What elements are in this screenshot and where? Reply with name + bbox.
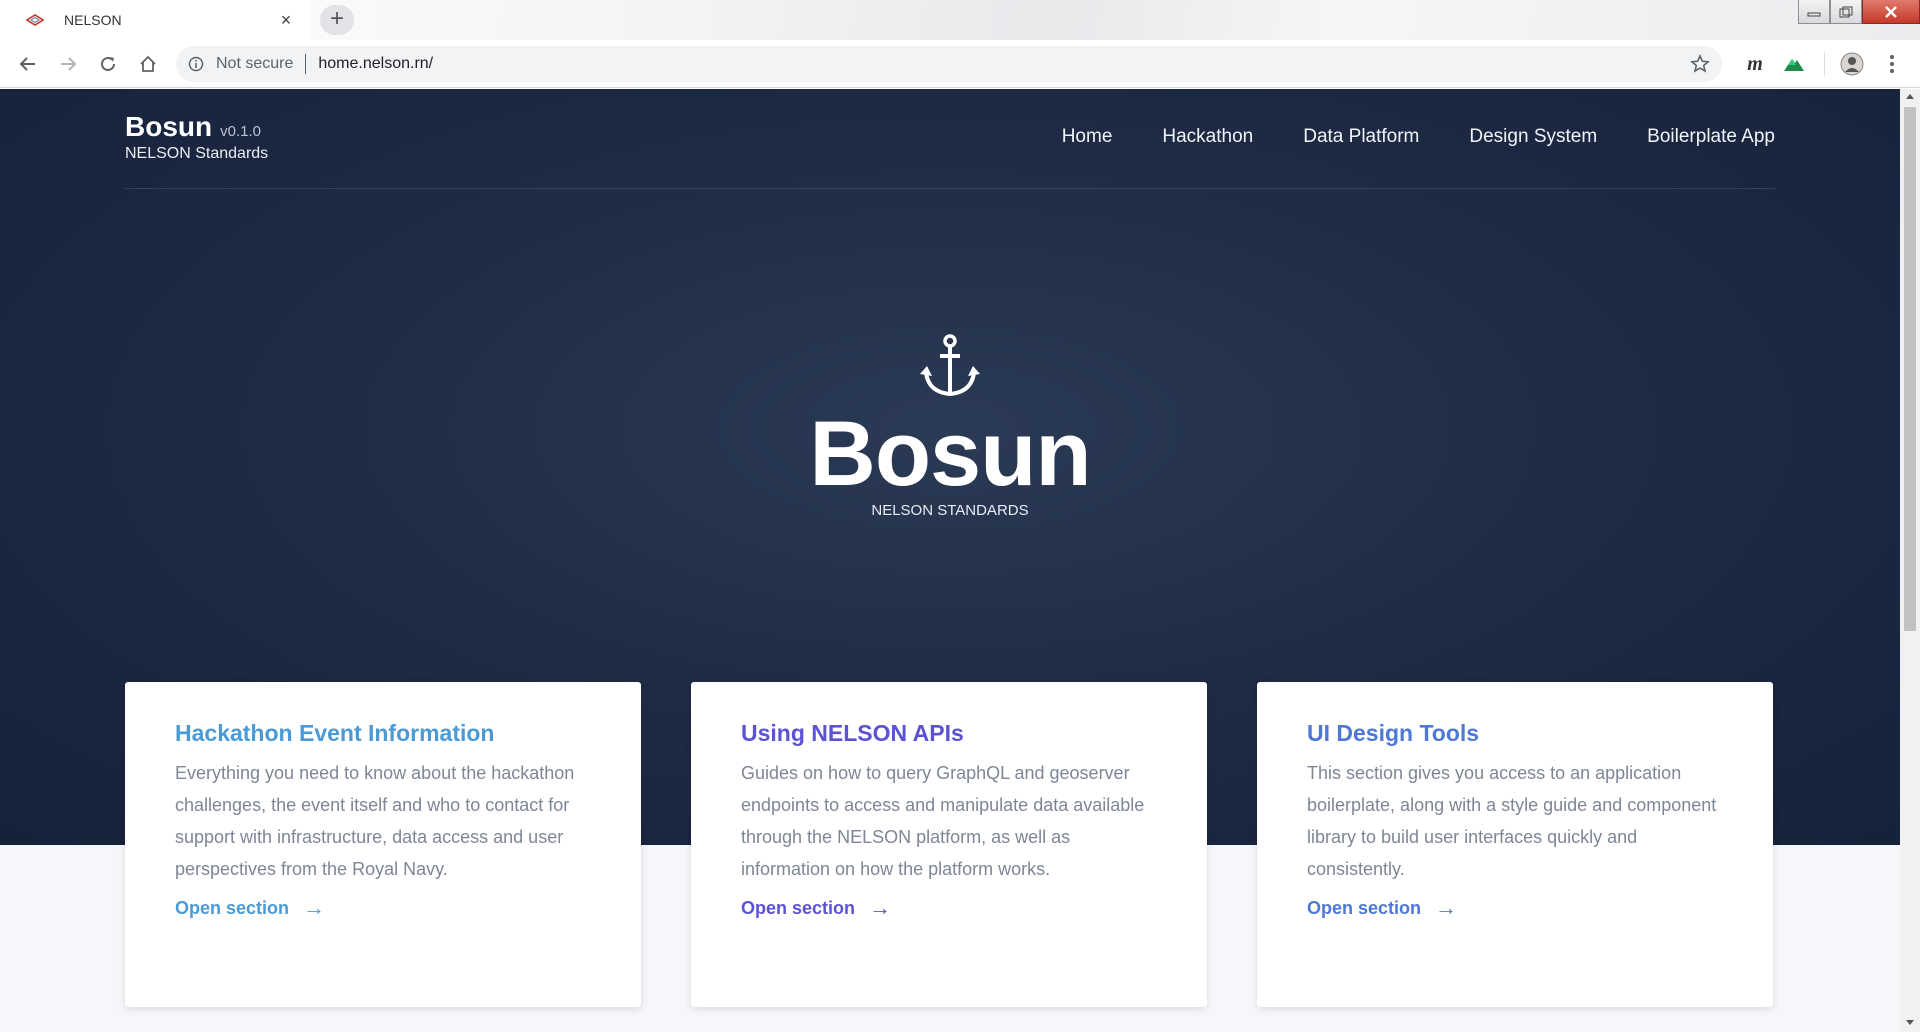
open-section-link[interactable]: Open section → xyxy=(175,895,325,921)
hero-title: Bosun xyxy=(809,403,1091,505)
open-section-label: Open section xyxy=(1307,897,1422,918)
home-button[interactable] xyxy=(136,52,160,76)
card-description: Guides on how to query GraphQL and geose… xyxy=(741,763,1145,879)
restore-icon xyxy=(1839,6,1853,17)
brand[interactable]: Bosun v0.1.0 NELSON Standards xyxy=(125,111,268,163)
forward-button[interactable] xyxy=(56,52,80,76)
card-description: Everything you need to know about the ha… xyxy=(175,763,575,879)
arrow-right-icon: → xyxy=(303,895,326,920)
open-section-link[interactable]: Open section → xyxy=(1307,895,1457,921)
hero-content: Bosun NELSON STANDARDS xyxy=(0,334,1900,519)
browser-tab[interactable]: NELSON × xyxy=(0,0,310,40)
scroll-up-icon[interactable] xyxy=(1905,92,1915,102)
browser-toolbar: Not secure home.nelson.rn/ m xyxy=(0,40,1920,88)
mountain-extension-icon xyxy=(1784,59,1804,71)
address-bar[interactable]: Not secure home.nelson.rn/ xyxy=(176,46,1722,82)
extension-m-icon: m xyxy=(1747,52,1763,75)
card-title: Using NELSON APIs xyxy=(741,720,964,746)
toolbar-divider xyxy=(1824,52,1825,76)
window-controls xyxy=(1798,0,1920,24)
site-header: Bosun v0.1.0 NELSON Standards Home Hackat… xyxy=(125,89,1775,189)
card-description: This section gives you access to an appl… xyxy=(1307,763,1717,879)
card-title: Hackathon Event Information xyxy=(175,720,495,746)
open-section-link[interactable]: Open section → xyxy=(741,895,891,921)
hero-subtitle: NELSON STANDARDS xyxy=(871,502,1029,519)
minimize-button[interactable] xyxy=(1798,0,1830,24)
nav-hackathon[interactable]: Hackathon xyxy=(1162,126,1253,148)
vertical-scrollbar[interactable] xyxy=(1900,89,1920,1032)
menu-button[interactable] xyxy=(1882,52,1902,76)
nav-design-system[interactable]: Design System xyxy=(1469,126,1597,148)
home-icon xyxy=(140,55,156,72)
forward-arrow-icon xyxy=(61,57,77,71)
url-text[interactable]: home.nelson.rn/ xyxy=(318,55,433,73)
brand-name: Bosun xyxy=(125,111,213,142)
minimize-icon xyxy=(1807,12,1821,16)
section-cards: Hackathon Event Information Everything y… xyxy=(125,682,1775,1007)
tab-title: NELSON xyxy=(64,12,122,28)
new-tab-button[interactable]: + xyxy=(320,5,354,35)
nelson-favicon-icon xyxy=(26,14,44,26)
arrow-right-icon: → xyxy=(869,895,892,920)
nav-boilerplate-app[interactable]: Boilerplate App xyxy=(1647,126,1775,148)
page-viewport: Bosun v0.1.0 NELSON Standards Home Hackat… xyxy=(0,89,1900,1032)
nav-data-platform[interactable]: Data Platform xyxy=(1303,126,1419,148)
tab-strip: NELSON × + xyxy=(0,0,1920,40)
card-ui-design-tools: UI Design Tools This section gives you a… xyxy=(1257,682,1773,1007)
card-nelson-apis: Using NELSON APIs Guides on how to query… xyxy=(691,682,1207,1007)
open-section-label: Open section xyxy=(741,897,856,918)
card-title: UI Design Tools xyxy=(1307,720,1480,746)
arrow-right-icon: → xyxy=(1435,895,1458,920)
back-button[interactable] xyxy=(16,52,40,76)
open-section-label: Open section xyxy=(175,897,290,918)
close-window-button[interactable] xyxy=(1862,0,1920,24)
security-label: Not secure xyxy=(216,55,294,72)
main-nav: Home Hackathon Data Platform Design Syst… xyxy=(1062,126,1775,148)
address-divider xyxy=(305,54,307,74)
scroll-thumb[interactable] xyxy=(1904,107,1916,631)
nav-home[interactable]: Home xyxy=(1062,126,1113,148)
back-arrow-icon xyxy=(19,57,35,71)
extension-m-button[interactable]: m xyxy=(1744,52,1766,76)
restore-button[interactable] xyxy=(1830,0,1862,24)
info-icon[interactable] xyxy=(188,56,204,72)
close-icon xyxy=(1885,5,1897,18)
reload-button[interactable] xyxy=(96,52,120,76)
brand-version: v0.1.0 xyxy=(220,123,261,140)
profile-button[interactable] xyxy=(1840,52,1864,76)
anchor-icon xyxy=(920,334,980,397)
avatar xyxy=(1840,52,1864,76)
extension-triangle-button[interactable] xyxy=(1782,52,1806,76)
bookmark-star-icon[interactable] xyxy=(1690,54,1710,74)
card-hackathon: Hackathon Event Information Everything y… xyxy=(125,682,641,1007)
scroll-down-icon[interactable] xyxy=(1905,1017,1915,1027)
tab-close-icon[interactable]: × xyxy=(276,10,296,30)
kebab-menu-icon xyxy=(1890,55,1894,73)
brand-subtitle: NELSON Standards xyxy=(125,145,269,162)
reload-icon xyxy=(101,56,115,71)
